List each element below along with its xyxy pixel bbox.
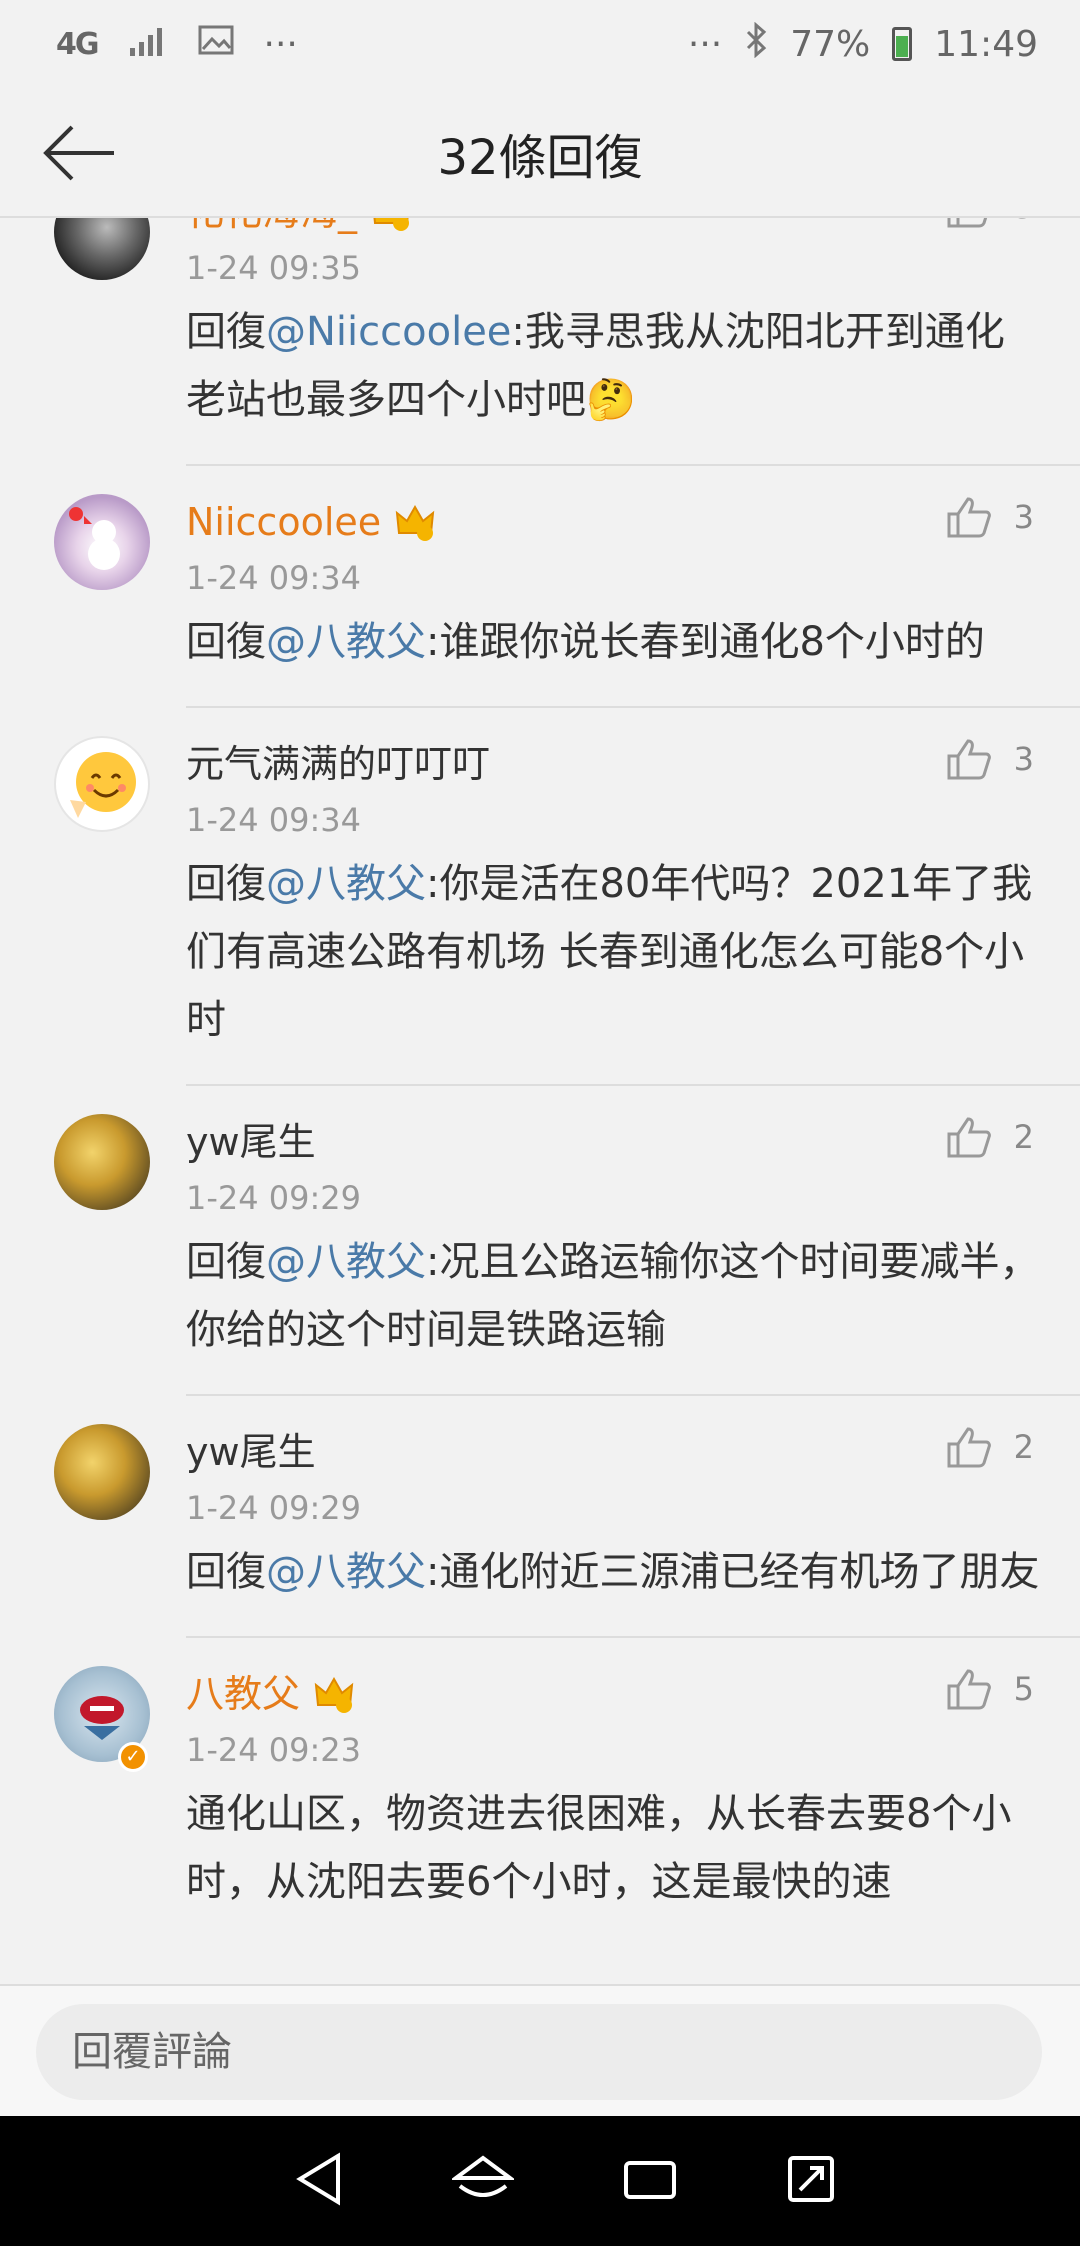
clock: 11:49 <box>934 23 1038 65</box>
comment-item: 化化海海_ 1-24 09:35 回復@Niiccoolee:我寻思我从沈阳北开… <box>0 218 1080 466</box>
battery-percent: 77% <box>790 23 871 65</box>
mention-link[interactable]: @八教父 <box>266 861 426 907</box>
mention-link[interactable]: @八教父 <box>266 1549 426 1595</box>
comment-author[interactable]: yw尾生 <box>186 1114 1040 1170</box>
like-button[interactable]: 2 <box>946 1116 1034 1158</box>
like-count: 2 <box>1013 1118 1034 1156</box>
comment-item: Niiccoolee 1-24 09:34 回復@八教父:谁跟你说长春到通化8个… <box>0 466 1080 708</box>
reply-prefix: 回復 <box>186 1549 266 1595</box>
comment-item: yw尾生 1-24 09:29 回復@八教父:通化附近三源浦已经有机场了朋友 2 <box>0 1396 1080 1638</box>
system-nav-bar <box>0 2116 1080 2246</box>
comment-body: :通化附近三源浦已经有机场了朋友 <box>426 1549 1040 1595</box>
expand-nav-icon[interactable] <box>786 2152 836 2210</box>
avatar[interactable] <box>54 1424 150 1520</box>
comment-author[interactable]: 化化海海_ <box>186 218 1040 240</box>
avatar[interactable] <box>54 218 150 280</box>
back-nav-icon[interactable] <box>294 2152 344 2210</box>
like-button[interactable]: 2 <box>946 1426 1034 1468</box>
like-button[interactable]: 3 <box>946 218 1034 228</box>
like-count: 3 <box>1013 740 1034 778</box>
more-status-icon: ··· <box>263 23 298 65</box>
like-count: 5 <box>1013 1670 1034 1708</box>
thumbs-up-icon <box>947 1427 991 1468</box>
vip-crown-icon <box>314 1674 354 1714</box>
thumbs-up-icon <box>947 739 991 780</box>
comment-time: 1-24 09:29 <box>186 1489 362 1527</box>
comment-author[interactable]: 元气满满的叮叮叮 <box>186 736 1040 792</box>
comment-author-name: 元气满满的叮叮叮 <box>186 742 491 786</box>
mention-link[interactable]: @Niiccoolee <box>266 309 511 355</box>
reply-prefix: 回復 <box>186 309 266 355</box>
comment-author-name: 八教父 <box>186 1672 301 1716</box>
comment-text: 回復@八教父:况且公路运输你这个时间要减半，你给的这个时间是铁路运输 <box>186 1228 1040 1364</box>
more-status-right-icon: ··· <box>687 23 723 65</box>
comment-list[interactable]: 化化海海_ 1-24 09:35 回復@Niiccoolee:我寻思我从沈阳北开… <box>0 218 1080 1984</box>
comment-author-name: Niiccoolee <box>186 500 382 544</box>
like-button[interactable]: 5 <box>946 1668 1034 1710</box>
home-nav-icon[interactable] <box>449 2152 517 2210</box>
comment-author-name: 化化海海_ <box>186 218 357 240</box>
like-count: 3 <box>1013 498 1034 536</box>
battery-icon <box>892 27 913 61</box>
comment-author-name: yw尾生 <box>186 1120 316 1164</box>
comment-time: 1-24 09:35 <box>186 249 362 287</box>
image-icon <box>198 24 234 65</box>
reply-input[interactable]: 回覆評論 <box>36 2004 1042 2100</box>
like-count: 2 <box>1013 1428 1034 1466</box>
mention-link[interactable]: @八教父 <box>266 619 426 665</box>
avatar[interactable] <box>54 494 150 590</box>
vip-crown-icon <box>371 218 411 232</box>
bluetooth-icon <box>744 21 768 67</box>
avatar[interactable] <box>54 736 150 832</box>
comment-body: :谁跟你说长春到通化8个小时的 <box>426 619 985 665</box>
comment-author[interactable]: Niiccoolee <box>186 494 1040 550</box>
thumbs-up-icon <box>947 497 991 538</box>
reply-prefix: 回復 <box>186 1239 266 1285</box>
thumbs-up-icon <box>947 218 987 228</box>
thumbs-up-icon <box>947 1669 991 1710</box>
page-title: 32條回復 <box>437 130 643 186</box>
header: 32條回復 <box>0 88 1080 218</box>
comment-text: 通化山区，物资进去很困难，从长春去要8个小时，从沈阳去要6个小时，这是最快的速 <box>186 1780 1040 1916</box>
comment-text: 回復@Niiccoolee:我寻思我从沈阳北开到通化老站也最多四个小时吧🤔 <box>186 298 1040 434</box>
reply-bar: 回覆評論 <box>0 1984 1080 2116</box>
status-bar: 4G ··· ··· 77% 11:49 <box>0 0 1080 88</box>
comment-item: yw尾生 1-24 09:29 回復@八教父:况且公路运输你这个时间要减半，你给… <box>0 1086 1080 1396</box>
comment-time: 1-24 09:34 <box>186 559 362 597</box>
comment-text: 回復@八教父:谁跟你说长春到通化8个小时的 <box>186 608 1040 676</box>
comment-time: 1-24 09:34 <box>186 801 362 839</box>
comment-body: 通化山区，物资进去很困难，从长春去要8个小时，从沈阳去要6个小时，这是最快的速 <box>186 1791 1012 1905</box>
comment-item: 元气满满的叮叮叮 1-24 09:34 回復@八教父:你是活在80年代吗？202… <box>0 708 1080 1086</box>
comment-text: 回復@八教父:你是活在80年代吗？2021年了我们有高速公路有机场 长春到通化怎… <box>186 850 1040 1054</box>
comment-author-name: yw尾生 <box>186 1430 316 1474</box>
comment-author[interactable]: 八教父 <box>186 1666 1040 1722</box>
comment-time: 1-24 09:29 <box>186 1179 362 1217</box>
avatar[interactable] <box>54 1114 150 1210</box>
comment-text: 回復@八教父:通化附近三源浦已经有机场了朋友 <box>186 1538 1040 1606</box>
verified-badge-icon: ✓ <box>118 1742 148 1772</box>
like-count: 3 <box>1014 218 1034 226</box>
comment-author[interactable]: yw尾生 <box>186 1424 1040 1480</box>
signal-icon <box>128 24 168 65</box>
vip-crown-icon <box>395 502 435 542</box>
reply-prefix: 回復 <box>186 861 266 907</box>
network-indicator: 4G <box>56 26 99 62</box>
comment-time: 1-24 09:23 <box>186 1731 362 1769</box>
thumbs-up-icon <box>947 1117 991 1158</box>
comment-item: ✓ 八教父 1-24 09:23 通化山区，物资进去很困难，从长春去要8个小时，… <box>0 1638 1080 1948</box>
mention-link[interactable]: @八教父 <box>266 1239 426 1285</box>
like-button[interactable]: 3 <box>946 738 1034 780</box>
reply-prefix: 回復 <box>186 619 266 665</box>
like-button[interactable]: 3 <box>946 496 1034 538</box>
recents-nav-icon[interactable] <box>622 2155 678 2207</box>
